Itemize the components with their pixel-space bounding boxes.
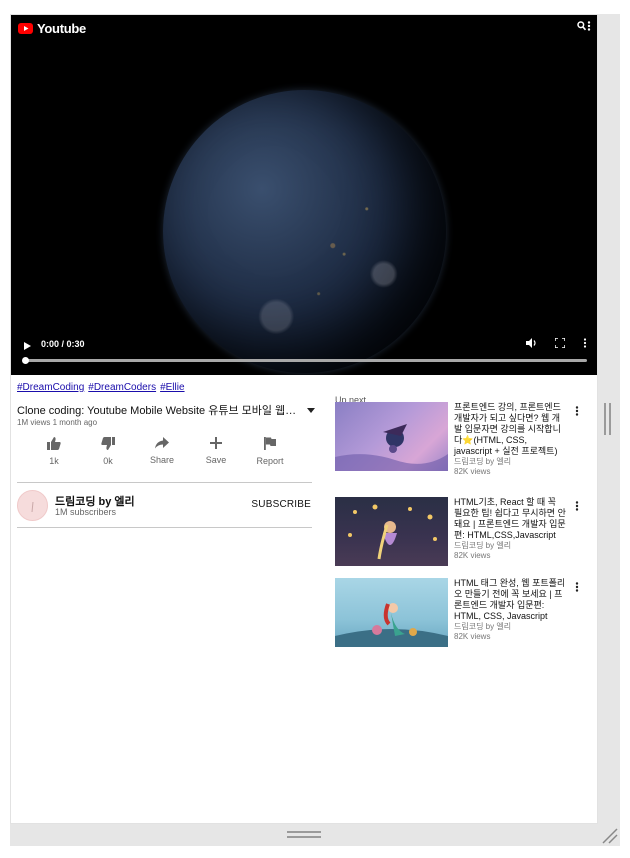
playback-time: 0:00 / 0:30 bbox=[41, 339, 85, 349]
hashtag-link[interactable]: #DreamCoders bbox=[88, 382, 156, 393]
video-thumbnail[interactable] bbox=[335, 497, 448, 566]
up-next-channel: 드림코딩 by 엘리 bbox=[454, 457, 512, 466]
divider bbox=[17, 482, 312, 483]
up-next-title: 프론트엔드 강의, 프론트엔드 개발자가 되고 싶다면? 웹 개발 입문자면 강… bbox=[454, 402, 561, 456]
share-icon bbox=[155, 437, 169, 449]
item-more-icon[interactable] bbox=[575, 406, 579, 416]
thumbs-up-icon bbox=[47, 437, 61, 450]
up-next-views: 82K views bbox=[454, 551, 491, 560]
progress-bar[interactable] bbox=[25, 359, 587, 362]
up-next-views: 82K views bbox=[454, 632, 491, 641]
flag-icon bbox=[264, 437, 276, 450]
horizontal-resize-handle[interactable] bbox=[287, 831, 321, 839]
subscribe-button[interactable]: SUBSCRIBE bbox=[251, 499, 311, 510]
video-title: Clone coding: Youtube Mobile Website 유튜브… bbox=[17, 405, 297, 417]
player-more-icon[interactable] bbox=[583, 338, 587, 348]
youtube-logo[interactable]: Youtube bbox=[18, 20, 86, 36]
video-thumbnail[interactable] bbox=[335, 578, 448, 647]
up-next-channel: 드림코딩 by 엘리 bbox=[454, 541, 512, 550]
video-meta: 1M views 1 month ago bbox=[17, 418, 98, 427]
volume-icon[interactable] bbox=[526, 338, 537, 348]
avatar-figure-icon bbox=[31, 501, 34, 513]
hashtag-link[interactable]: #DreamCoding bbox=[17, 382, 84, 393]
subscriber-count: 1M subscribers bbox=[55, 507, 117, 517]
resize-grip-icon[interactable] bbox=[600, 826, 618, 844]
thumbs-down-icon bbox=[101, 437, 115, 450]
like-button[interactable]: 1k bbox=[27, 437, 81, 466]
thumbnail-art-icon bbox=[335, 603, 448, 647]
channel-avatar[interactable] bbox=[17, 490, 48, 521]
fullscreen-icon[interactable] bbox=[555, 338, 565, 348]
progress-knob[interactable] bbox=[22, 357, 29, 364]
youtube-play-logo-icon bbox=[18, 22, 33, 34]
video-player[interactable]: Youtube 0:00 / 0:30 bbox=[11, 15, 597, 375]
up-next-item[interactable]: HTML기초, React 할 때 꼭 필요한 팁! 쉽다고 무시하면 안돼요 … bbox=[335, 497, 587, 579]
video-frame-earth bbox=[163, 90, 446, 373]
report-label: Report bbox=[256, 456, 284, 466]
divider bbox=[17, 527, 312, 528]
plus-icon bbox=[210, 437, 222, 449]
up-next-views: 82K views bbox=[454, 467, 491, 476]
item-more-icon[interactable] bbox=[575, 501, 579, 511]
thumbnail-art-icon bbox=[335, 424, 448, 471]
up-next-title: HTML 태그 완성, 웹 포트폴리오 만들기 전에 꼭 보세요 | 프론트엔드… bbox=[454, 578, 566, 621]
dislike-button[interactable]: 0k bbox=[81, 437, 135, 466]
video-title-row: Clone coding: Youtube Mobile Website 유튜브… bbox=[17, 402, 315, 418]
save-button[interactable]: Save bbox=[189, 437, 243, 466]
vertical-resize-handle[interactable] bbox=[604, 403, 614, 435]
caret-down-icon[interactable] bbox=[307, 407, 315, 413]
like-count: 1k bbox=[49, 456, 59, 466]
channel-row: 드림코딩 by 엘리 1M subscribers SUBSCRIBE bbox=[17, 489, 312, 523]
search-icon[interactable] bbox=[577, 21, 586, 31]
up-next-title: HTML기초, React 할 때 꼭 필요한 팁! 쉽다고 무시하면 안돼요 … bbox=[454, 497, 566, 540]
dislike-count: 0k bbox=[103, 456, 113, 466]
play-icon[interactable] bbox=[23, 341, 32, 351]
hashtag-link[interactable]: #Ellie bbox=[160, 382, 184, 393]
brand-name: Youtube bbox=[37, 20, 86, 36]
up-next-channel: 드림코딩 by 엘리 bbox=[454, 622, 512, 631]
hashtag-list: #DreamCoding #DreamCoders #Ellie bbox=[17, 382, 185, 393]
up-next-item[interactable]: 프론트엔드 강의, 프론트엔드 개발자가 되고 싶다면? 웹 개발 입문자면 강… bbox=[335, 402, 587, 497]
thumbnail-art-icon bbox=[348, 504, 437, 560]
item-more-icon[interactable] bbox=[575, 582, 579, 592]
kebab-menu-icon[interactable] bbox=[587, 21, 591, 31]
report-button[interactable]: Report bbox=[243, 437, 297, 466]
save-label: Save bbox=[205, 455, 227, 465]
up-next-item[interactable]: HTML 태그 완성, 웹 포트폴리오 만들기 전에 꼭 보세요 | 프론트엔드… bbox=[335, 578, 587, 660]
share-button[interactable]: Share bbox=[135, 437, 189, 466]
video-thumbnail[interactable] bbox=[335, 402, 448, 471]
action-bar: 1k 0k Share Save Report bbox=[27, 437, 297, 466]
share-label: Share bbox=[149, 455, 175, 465]
